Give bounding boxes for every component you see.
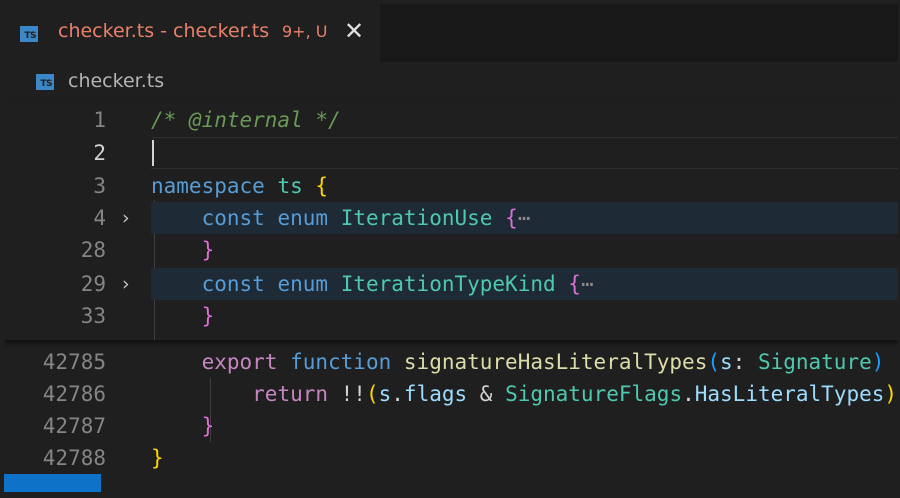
code-line[interactable]: 33 } (4, 300, 898, 332)
code-line[interactable]: 1 /* @internal */ (4, 104, 898, 136)
code-text: } (201, 238, 215, 262)
fold-chevron-icon[interactable]: › (122, 202, 130, 234)
line-number: 2 (93, 141, 106, 165)
tab-bar: TS checker.ts - checker.ts 9+, U ✕ (4, 4, 898, 62)
line-number: 1 (93, 108, 106, 132)
code-line[interactable]: 42788 } (4, 442, 898, 474)
fold-chevron-icon[interactable]: › (122, 268, 130, 300)
line-number: 4 (93, 206, 106, 230)
code-line[interactable]: 3 namespace ts { (4, 170, 898, 202)
code-line-current[interactable]: 2 (4, 137, 898, 169)
code-line[interactable]: 28 } (4, 234, 898, 266)
code-text: const enum IterationUse {⋯ (201, 206, 531, 230)
editor-window: TS checker.ts - checker.ts 9+, U ✕ TS ch… (4, 4, 898, 494)
ts-file-icon: TS (36, 74, 54, 90)
current-line-highlight (151, 137, 898, 169)
code-line[interactable]: 4 › const enum IterationUse {⋯ (4, 202, 898, 234)
code-text: /* @internal */ (151, 108, 341, 132)
code-text: const enum IterationTypeKind {⋯ (201, 272, 594, 296)
code-line[interactable]: 42785 export function signatureHasLitera… (4, 346, 898, 378)
tab-title: checker.ts - checker.ts (58, 20, 270, 42)
code-text: } (201, 304, 215, 328)
horizontal-scrollbar[interactable] (4, 474, 101, 492)
code-line[interactable]: 42787 } (4, 410, 898, 442)
line-number: 3 (93, 174, 106, 198)
breadcrumb-item-file[interactable]: checker.ts (68, 70, 164, 92)
problems-badge: 9+, U (282, 22, 328, 41)
line-number: 42785 (42, 350, 106, 374)
line-number: 33 (80, 304, 106, 328)
line-number: 42786 (42, 382, 106, 406)
folded-ellipsis-icon[interactable]: ⋯ (581, 272, 594, 296)
code-line[interactable]: 29 › const enum IterationTypeKind {⋯ (4, 268, 898, 300)
tab-checker-ts[interactable]: TS checker.ts - checker.ts 9+, U ✕ (4, 4, 380, 62)
line-number: 28 (80, 238, 106, 262)
code-text: } (201, 414, 215, 438)
line-number: 29 (80, 272, 106, 296)
code-line[interactable]: 42786 return !!(s.flags & SignatureFlags… (4, 378, 898, 410)
code-text: export function signatureHasLiteralTypes… (201, 350, 885, 374)
code-text: return !!(s.flags & SignatureFlags.HasLi… (252, 382, 898, 406)
close-icon[interactable]: ✕ (344, 17, 364, 45)
folded-ellipsis-icon[interactable]: ⋯ (518, 206, 531, 230)
code-editor[interactable]: 42785 export function signatureHasLitera… (4, 104, 898, 494)
ts-file-icon: TS (20, 26, 38, 42)
code-text: namespace ts { (151, 174, 329, 198)
line-number: 42788 (42, 446, 106, 470)
line-number: 42787 (42, 414, 106, 438)
sticky-scroll: 1 /* @internal */ 2 3 namespace ts { 4 ›… (4, 104, 898, 340)
breadcrumb: TS checker.ts (4, 62, 898, 104)
code-text: } (151, 446, 164, 470)
text-cursor (152, 140, 154, 166)
